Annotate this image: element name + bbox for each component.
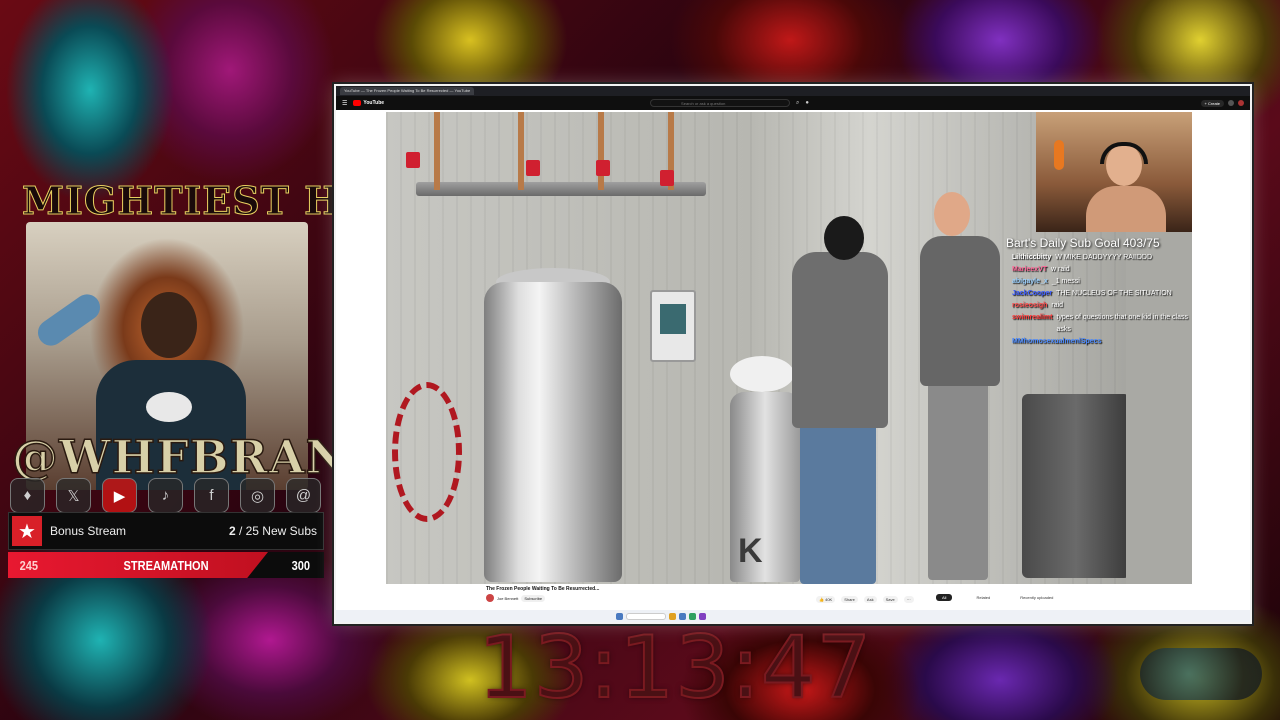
bonus-current: 2 [228, 524, 236, 538]
video-info: The Frozen People Waiting To Be Resurrec… [336, 584, 1250, 610]
chat-message: MarieexVT w raid [1012, 264, 1192, 276]
youtube-header: ☰ YouTube Search or ask a question ⌕ ● +… [336, 96, 1250, 110]
chat-username[interactable]: JackCooper [1012, 288, 1052, 300]
streamer-handle: @WHFBRAND [11, 429, 390, 485]
browser-window: YouTube — The Frozen People Waiting To B… [336, 86, 1250, 622]
channel-name[interactable]: Joe Bennett [497, 596, 518, 601]
worker-one [782, 216, 892, 584]
streamathon-high: 300 [291, 557, 311, 573]
chat-message: abigayle_x _1 messi [1012, 276, 1192, 288]
chat-message: Lilthiccbitty W MIKE DADDYYYY RAIIDDD [1012, 252, 1192, 264]
chat-text: types of questions that one kid in the c… [1056, 314, 1188, 333]
related-tab[interactable]: Recently uploaded [1014, 594, 1059, 601]
channel-row: Joe Bennett Subscribe [486, 594, 546, 602]
taskbar-app-icon[interactable] [679, 612, 686, 620]
menu-icon[interactable]: ☰ [342, 100, 347, 107]
taskbar-search[interactable] [626, 612, 666, 620]
tab-bar: YouTube — The Frozen People Waiting To B… [336, 86, 1250, 96]
chat-message: JackCooper THE NUCLEUS OF THE SITUATION [1012, 288, 1192, 300]
streamer-cam-inset [1036, 112, 1192, 232]
stream-timer: 13:13:47 [477, 617, 873, 719]
chat-username[interactable]: Lilthiccbitty [1012, 252, 1051, 264]
chat-message: swimrealimt types of questions that one k… [1012, 312, 1192, 336]
video-action-button[interactable]: Save [882, 596, 898, 603]
control-panel [650, 290, 696, 362]
threads-icon: @ [286, 478, 321, 513]
bonus-goal: / 25 New Subs [235, 524, 317, 538]
streamathon-low: 245 [19, 557, 39, 573]
taskbar-app-icon[interactable] [699, 612, 706, 620]
channel-avatar[interactable] [486, 594, 494, 602]
video-action-button[interactable]: Share [841, 596, 858, 603]
video-action-button[interactable]: ··· [903, 596, 914, 603]
sub-goal-text: Bart's Daily Sub Goal 403/75 [1006, 236, 1160, 250]
create-button[interactable]: + Create [1200, 99, 1224, 107]
lava-lamp [1054, 140, 1064, 170]
corner-logo [1140, 648, 1262, 700]
chat-message: MMhomosexualmenlSpecs [1012, 336, 1192, 348]
toolbar-icons: + Create [1200, 99, 1244, 107]
cryo-tank [484, 282, 622, 582]
chat-overlay: Lilthiccbitty W MIKE DADDYYYY RAIIDDD Mari… [1012, 252, 1192, 348]
related-tab[interactable]: Related [970, 594, 996, 601]
facebook-icon: f [194, 478, 229, 513]
start-icon[interactable] [616, 612, 623, 620]
chat-message: rosieosigh raid [1012, 300, 1192, 312]
youtube-icon: ▶ [102, 478, 137, 513]
taskbar-app-icon[interactable] [689, 612, 696, 620]
instagram-icon: ◎ [240, 478, 275, 513]
windows-taskbar [336, 610, 1250, 622]
video-actions: 👍 40K Share Ask Save ··· [816, 596, 914, 603]
headphones-icon [1100, 142, 1148, 164]
tiktok-icon: ♪ [148, 478, 183, 513]
streamathon-label: STREAMATHON [123, 557, 209, 573]
chat-username[interactable]: MarieexVT [1012, 264, 1047, 276]
related-tab[interactable]: All [936, 594, 953, 601]
streamathon-bar: 245 STREAMATHON 300 [8, 552, 324, 578]
taskbar-app-icon[interactable] [669, 612, 676, 620]
twitch-icon: ♦ [10, 478, 45, 513]
mic-icon[interactable]: ● [805, 100, 809, 106]
chat-username[interactable]: swimrealimt [1012, 312, 1052, 336]
notifications-icon[interactable] [1228, 99, 1234, 106]
video-action-button[interactable]: Ask [863, 596, 877, 603]
chat-text: raid [1051, 302, 1064, 309]
chat-text: _1 messi [1051, 278, 1080, 285]
chat-username[interactable]: rosieosigh [1012, 300, 1047, 312]
chat-text: w raid [1051, 266, 1070, 273]
x-icon: 𝕏 [56, 478, 91, 513]
chat-text: W MIKE DADDYYYY RAIIDDD [1055, 254, 1152, 261]
chat-text: THE NUCLEUS OF THE SITUATION [1056, 290, 1172, 297]
bonus-label: Bonus Stream [50, 524, 127, 538]
subscribe-button[interactable]: Subscribe [521, 594, 546, 602]
search-icon[interactable]: ⌕ [796, 100, 799, 107]
video-player[interactable]: K Bart's Daily Sub Goal 403/75 Lilthiccb… [386, 112, 1192, 584]
avatar[interactable] [1238, 99, 1244, 106]
star-icon: ★ [12, 516, 42, 546]
related-tabs: All Related Recently uploaded [936, 594, 1059, 601]
youtube-logo[interactable]: YouTube [353, 100, 384, 106]
skull-logo-icon [146, 392, 192, 422]
browser-tab[interactable]: YouTube — The Frozen People Waiting To B… [340, 87, 475, 95]
bonus-count: 2 / 25 New Subs [229, 524, 317, 538]
worker-two [916, 192, 1006, 584]
video-title: The Frozen People Waiting To Be Resurrec… [486, 586, 600, 592]
chat-username[interactable]: abigayle_x [1012, 276, 1048, 288]
trash-bin [1022, 394, 1130, 578]
video-action-button[interactable]: 👍 40K [816, 596, 836, 603]
youtube-play-icon [353, 100, 362, 106]
chat-username[interactable]: MMhomosexualmenlSpecs [1012, 336, 1101, 348]
search-input[interactable]: Search or ask a question [650, 99, 791, 107]
bonus-stream-widget: ★ Bonus Stream 2 / 25 New Subs [8, 512, 324, 550]
youtube-logo-text: YouTube [363, 100, 385, 106]
red-hose [392, 382, 462, 522]
social-links: ♦ 𝕏 ▶ ♪ f ◎ @ [10, 478, 321, 513]
